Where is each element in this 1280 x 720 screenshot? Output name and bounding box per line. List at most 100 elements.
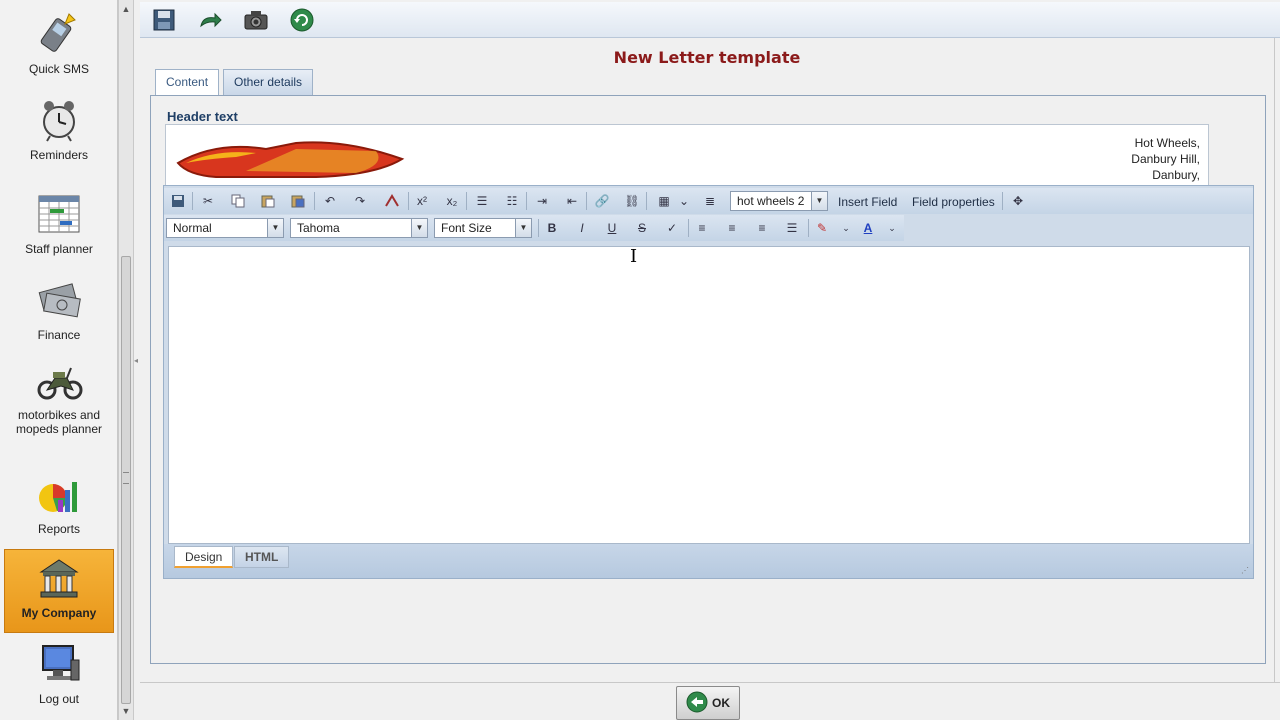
monitor-icon	[35, 640, 83, 688]
bold-button[interactable]: B	[542, 218, 562, 238]
scroll-up-icon[interactable]: ▲	[119, 2, 133, 16]
address-line: Danbury Hill,	[1131, 152, 1200, 166]
address-line: Danbury,	[1152, 168, 1200, 182]
editor-mode-tabs: Design HTML ⋰	[164, 544, 1253, 578]
address-line: Hot Wheels,	[1134, 136, 1200, 150]
redo-icon[interactable]: ↷	[350, 191, 370, 211]
alarm-clock-icon	[35, 96, 83, 144]
scroll-down-icon[interactable]: ▼	[119, 704, 133, 718]
spellcheck-icon[interactable]	[382, 191, 402, 211]
back-arrow-icon	[686, 691, 708, 716]
justify-icon[interactable]: ☰	[782, 218, 802, 238]
ok-button[interactable]: OK	[676, 686, 740, 720]
sidebar-scrollbar[interactable]: ▲ ▼	[118, 0, 134, 720]
sidebar: Quick SMS Reminders Staff planner Financ…	[0, 0, 118, 720]
scroll-grip-icon	[123, 472, 129, 484]
paragraph-format-select[interactable]: Normal ▼	[166, 218, 284, 238]
font-size-select[interactable]: Font Size ▼	[434, 218, 532, 238]
table-icon[interactable]: ▦	[654, 191, 674, 211]
remove-link-icon[interactable]: ⛓	[622, 191, 642, 211]
right-border	[1274, 38, 1280, 682]
sidebar-item-staff-planner[interactable]: Staff planner	[4, 190, 114, 260]
sidebar-item-quick-sms[interactable]: Quick SMS	[4, 10, 114, 88]
highlight-color-icon[interactable]: ✎	[812, 218, 832, 238]
field-list-icon[interactable]: ≣	[700, 191, 720, 211]
editor-content-area[interactable]	[168, 246, 1250, 544]
fullscreen-icon[interactable]: ✥	[1008, 191, 1028, 211]
company-address: Hot Wheels, Danbury Hill, Danbury,	[1131, 135, 1200, 183]
chevron-down-icon: ▼	[411, 219, 427, 237]
align-left-icon[interactable]: ≡	[692, 218, 712, 238]
clear-format-icon[interactable]: ✓	[662, 218, 682, 238]
motorbike-icon	[35, 356, 83, 404]
align-right-icon[interactable]: ≡	[752, 218, 772, 238]
tab-content[interactable]: Content	[155, 69, 220, 95]
field-properties-button[interactable]: Field properties	[912, 192, 995, 212]
copy-icon[interactable]	[228, 191, 248, 211]
top-toolbar	[140, 2, 1280, 38]
resize-grip-icon[interactable]: ⋰	[1241, 566, 1251, 576]
chart-icon	[35, 470, 83, 518]
header-text-preview[interactable]: Hot Wheels, Danbury Hill, Danbury,	[165, 124, 1209, 186]
ok-label: OK	[712, 696, 730, 710]
field-select[interactable]: hot wheels 2 ▼	[730, 191, 828, 211]
table-dropdown-icon[interactable]: ⌄	[674, 191, 694, 211]
money-icon	[35, 276, 83, 324]
paste-from-word-icon[interactable]	[288, 191, 308, 211]
sidebar-item-log-out[interactable]: Log out	[4, 640, 114, 716]
undo-icon[interactable]: ↶	[320, 191, 340, 211]
chevron-down-icon: ▼	[811, 192, 827, 210]
company-building-icon	[35, 554, 83, 602]
underline-button[interactable]: U	[602, 218, 622, 238]
footer-bar: OK	[140, 682, 1280, 720]
chevron-down-icon: ▼	[515, 219, 531, 237]
sidebar-item-reports[interactable]: Reports	[4, 470, 114, 546]
tab-other-details[interactable]: Other details	[223, 69, 314, 95]
paste-icon[interactable]	[258, 191, 278, 211]
italic-button[interactable]: I	[572, 218, 592, 238]
font-select-value: Tahoma	[297, 221, 340, 235]
tab-design[interactable]: Design	[174, 546, 234, 568]
size-select-value: Font Size	[441, 221, 492, 235]
collapse-arrow-icon[interactable]: ◂	[134, 356, 138, 365]
format-select-value: Normal	[173, 221, 212, 235]
calendar-grid-icon	[35, 190, 83, 238]
refresh-icon[interactable]	[288, 6, 316, 34]
superscript-icon[interactable]: x²	[412, 191, 432, 211]
field-select-value: hot wheels 2	[737, 194, 805, 208]
page-title: New Letter template	[613, 48, 801, 67]
save-icon[interactable]	[150, 6, 178, 34]
sidebar-item-my-company[interactable]: My Company	[4, 549, 114, 633]
cut-icon[interactable]: ✂	[198, 191, 218, 211]
sidebar-item-finance[interactable]: Finance	[4, 276, 114, 346]
font-family-select[interactable]: Tahoma ▼	[290, 218, 428, 238]
content-panel: Header text Hot Wheels, Danbury Hill, Da…	[150, 95, 1266, 664]
phone-icon	[35, 10, 83, 58]
editor-save-icon[interactable]	[168, 191, 188, 211]
editor-toolbar-row-2: Normal ▼ Tahoma ▼ Font Size ▼ B I U S ✓	[164, 215, 904, 241]
ordered-list-icon[interactable]: ☰	[472, 191, 492, 211]
insert-field-button[interactable]: Insert Field	[838, 192, 897, 212]
tab-html[interactable]: HTML	[234, 546, 290, 568]
sidebar-item-reminders[interactable]: Reminders	[4, 96, 114, 174]
indent-icon[interactable]: ⇥	[532, 191, 552, 211]
subscript-icon[interactable]: x₂	[442, 191, 462, 211]
align-center-icon[interactable]: ≡	[722, 218, 742, 238]
highlight-dropdown-icon[interactable]: ⌄	[836, 218, 856, 238]
font-color-icon[interactable]: A	[858, 218, 878, 238]
bulleted-list-icon[interactable]: ☷	[502, 191, 522, 211]
editor-toolbar-row-1: ✂ ↶ ↷ x² x₂ ☰ ☷ ⇥ ⇤ 🔗 ⛓ ▦ ⌄ ≣ hot wheels…	[164, 188, 1253, 214]
sidebar-item-motorbikes-planner[interactable]: motorbikes and mopeds planner	[4, 356, 114, 460]
back-arrow-icon[interactable]	[196, 6, 224, 34]
strikethrough-button[interactable]: S	[632, 218, 652, 238]
outdent-icon[interactable]: ⇤	[562, 191, 582, 211]
main-panel: New Letter template Content Other detail…	[140, 0, 1280, 720]
insert-link-icon[interactable]: 🔗	[592, 191, 612, 211]
hot-wheels-logo	[176, 135, 406, 185]
header-text-label: Header text	[167, 109, 238, 124]
font-color-dropdown-icon[interactable]: ⌄	[882, 218, 902, 238]
rich-text-editor: ✂ ↶ ↷ x² x₂ ☰ ☷ ⇥ ⇤ 🔗 ⛓ ▦ ⌄ ≣ hot wheels…	[163, 185, 1254, 579]
text-cursor-icon: I	[630, 246, 638, 267]
camera-icon[interactable]	[242, 6, 270, 34]
chevron-down-icon: ▼	[267, 219, 283, 237]
